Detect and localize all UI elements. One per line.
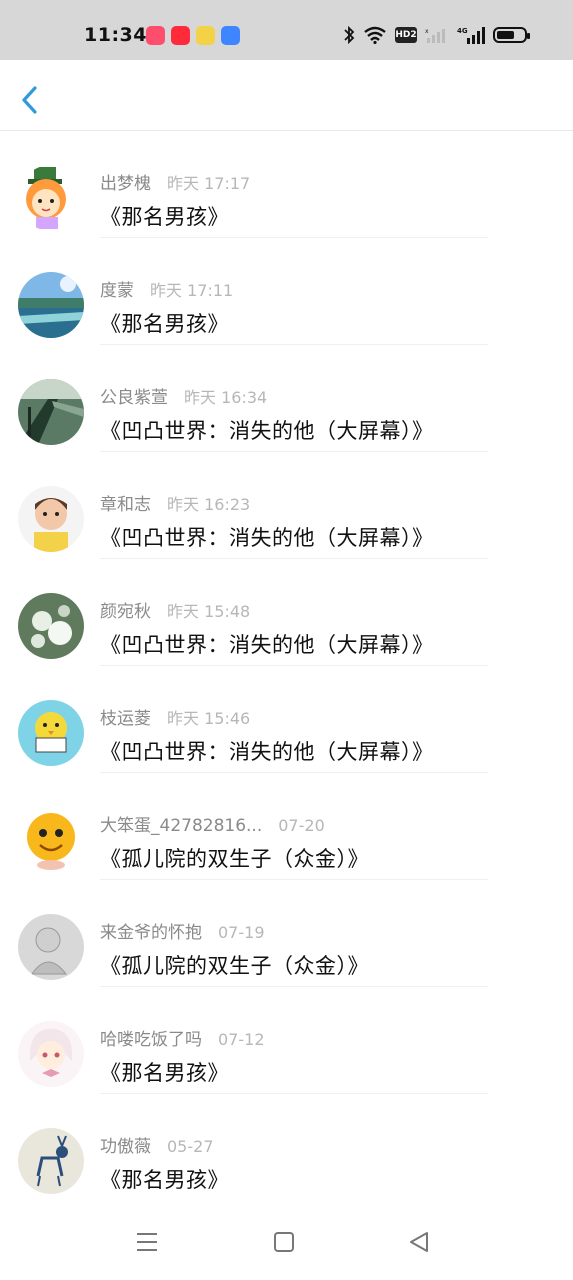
- item-meta: 颜宛秋 昨天 15:48: [100, 597, 250, 622]
- home-square-icon[interactable]: [270, 1228, 298, 1256]
- avatar[interactable]: [18, 700, 84, 766]
- item-meta: 功傲薇 05-27: [100, 1132, 214, 1157]
- list-item[interactable]: 公良紫萱 昨天 16:34 《凹凸世界：消失的他（大屏幕）》: [0, 345, 573, 452]
- wifi-icon: [364, 26, 386, 44]
- system-navigation-bar: [0, 1210, 573, 1280]
- user-name[interactable]: 大笨蛋_42782816...: [100, 811, 262, 836]
- status-time: 11:34: [84, 24, 147, 46]
- header: [0, 60, 573, 131]
- item-time: 昨天 15:46: [167, 709, 251, 728]
- list-item[interactable]: 章和志 昨天 16:23 《凹凸世界：消失的他（大屏幕）》: [0, 452, 573, 559]
- item-meta: 来金爷的怀抱 07-19: [100, 918, 265, 943]
- avatar[interactable]: [18, 1021, 84, 1087]
- list-item[interactable]: 大笨蛋_42782816... 07-20 《孤儿院的双生子（众金）》: [0, 773, 573, 880]
- list-item[interactable]: 颜宛秋 昨天 15:48 《凹凸世界：消失的他（大屏幕）》: [0, 559, 573, 666]
- item-content[interactable]: 《那名男孩》: [100, 308, 229, 338]
- battery-icon: [493, 27, 530, 43]
- chevron-left-icon[interactable]: [16, 82, 44, 118]
- list-item[interactable]: 功傲薇 05-27 《那名男孩》: [0, 1094, 573, 1201]
- item-time: 05-27: [167, 1137, 214, 1156]
- status-app-icons: [146, 26, 240, 45]
- user-name[interactable]: 颜宛秋: [100, 597, 151, 622]
- item-meta: 度蒙 昨天 17:11: [100, 276, 233, 301]
- app-notification-icon: [221, 26, 240, 45]
- menu-icon[interactable]: [133, 1228, 161, 1256]
- user-name[interactable]: 度蒙: [100, 276, 134, 301]
- item-meta: 枝运菱 昨天 15:46: [100, 704, 250, 729]
- user-name[interactable]: 出梦槐: [100, 169, 151, 194]
- item-content[interactable]: 《那名男孩》: [100, 1057, 229, 1087]
- avatar[interactable]: [18, 272, 84, 338]
- avatar[interactable]: [18, 486, 84, 552]
- status-bar: 11:34 HD2 x 4G: [0, 0, 573, 60]
- list-item[interactable]: 度蒙 昨天 17:11 《那名男孩》: [0, 238, 573, 345]
- item-content[interactable]: 《凹凸世界：消失的他（大屏幕）》: [100, 736, 434, 766]
- user-name[interactable]: 功傲薇: [100, 1132, 151, 1157]
- bluetooth-icon: [344, 25, 355, 45]
- user-name[interactable]: 公良紫萱: [100, 383, 168, 408]
- item-content[interactable]: 《那名男孩》: [100, 1164, 229, 1194]
- item-content[interactable]: 《凹凸世界：消失的他（大屏幕）》: [100, 415, 434, 445]
- signal-icon: x: [425, 28, 445, 43]
- signal-4g-icon: 4G: [457, 27, 485, 44]
- item-meta: 大笨蛋_42782816... 07-20: [100, 811, 325, 836]
- item-time: 昨天 16:23: [167, 495, 251, 514]
- user-name[interactable]: 枝运菱: [100, 704, 151, 729]
- item-meta: 章和志 昨天 16:23: [100, 490, 250, 515]
- network-label: 4G: [457, 27, 468, 35]
- battery-level: [497, 31, 514, 39]
- item-time: 昨天 15:48: [167, 602, 251, 621]
- item-content[interactable]: 《孤儿院的双生子（众金）》: [100, 843, 369, 873]
- item-time: 07-12: [218, 1030, 265, 1049]
- back-triangle-icon[interactable]: [405, 1228, 433, 1256]
- status-indicators: HD2 x 4G: [343, 25, 530, 45]
- item-content[interactable]: 《凹凸世界：消失的他（大屏幕）》: [100, 522, 434, 552]
- item-time: 昨天 17:17: [167, 174, 251, 193]
- app-notification-icon: [196, 26, 215, 45]
- message-list: 出梦槐 昨天 17:17 《那名男孩》 度蒙 昨天 17:11 《那名男孩》 公…: [0, 131, 573, 1201]
- item-meta: 哈喽吃饭了吗 07-12: [100, 1025, 265, 1050]
- svg-text:x: x: [425, 28, 429, 35]
- list-item[interactable]: 枝运菱 昨天 15:46 《凹凸世界：消失的他（大屏幕）》: [0, 666, 573, 773]
- user-name[interactable]: 哈喽吃饭了吗: [100, 1025, 202, 1050]
- item-time: 昨天 16:34: [184, 388, 268, 407]
- item-content[interactable]: 《凹凸世界：消失的他（大屏幕）》: [100, 629, 434, 659]
- list-item[interactable]: 哈喽吃饭了吗 07-12 《那名男孩》: [0, 987, 573, 1094]
- avatar[interactable]: [18, 914, 84, 980]
- item-time: 07-19: [218, 923, 265, 942]
- user-name[interactable]: 来金爷的怀抱: [100, 918, 202, 943]
- item-time: 07-20: [278, 816, 325, 835]
- item-content[interactable]: 《孤儿院的双生子（众金）》: [100, 950, 369, 980]
- item-content[interactable]: 《那名男孩》: [100, 201, 229, 231]
- hd-voice-icon: HD2: [395, 27, 417, 43]
- avatar[interactable]: [18, 165, 84, 231]
- item-meta: 出梦槐 昨天 17:17: [100, 169, 250, 194]
- avatar[interactable]: [18, 379, 84, 445]
- list-item[interactable]: 来金爷的怀抱 07-19 《孤儿院的双生子（众金）》: [0, 880, 573, 987]
- item-time: 昨天 17:11: [150, 281, 234, 300]
- avatar[interactable]: [18, 807, 84, 873]
- avatar[interactable]: [18, 593, 84, 659]
- app-notification-icon: [146, 26, 165, 45]
- item-meta: 公良紫萱 昨天 16:34: [100, 383, 267, 408]
- user-name[interactable]: 章和志: [100, 490, 151, 515]
- avatar[interactable]: [18, 1128, 84, 1194]
- app-notification-icon: [171, 26, 190, 45]
- list-item[interactable]: 出梦槐 昨天 17:17 《那名男孩》: [0, 131, 573, 238]
